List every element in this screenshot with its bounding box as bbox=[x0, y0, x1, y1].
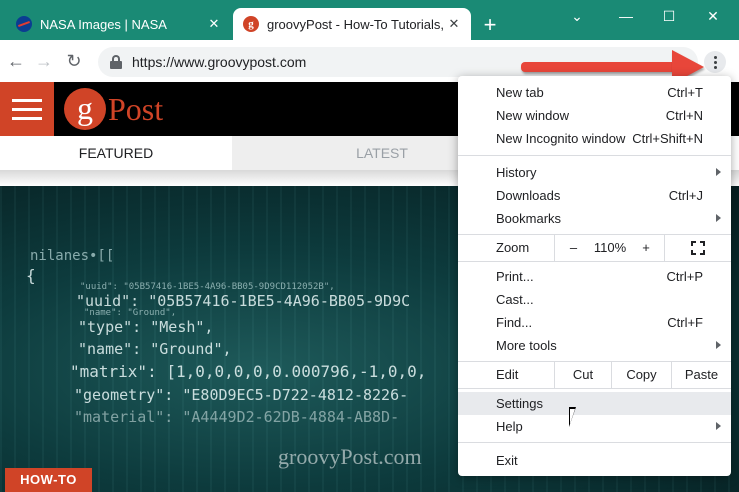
zoom-level: 110% bbox=[593, 240, 627, 255]
annotation-arrow bbox=[521, 62, 681, 72]
code-line: "uuid": "05B57416-1BE5-4A96-BB05-9D9CD11… bbox=[80, 282, 335, 292]
tab-search-chevron-icon[interactable]: ⌄ bbox=[562, 4, 592, 28]
logo-text: Post bbox=[108, 90, 164, 127]
tab-title: groovyPost - How-To Tutorials, R bbox=[267, 16, 445, 32]
minimize-icon[interactable]: — bbox=[611, 4, 641, 28]
menu-item-print[interactable]: Print... Ctrl+P bbox=[458, 265, 731, 288]
close-window-icon[interactable]: ✕ bbox=[698, 4, 728, 28]
close-tab-icon[interactable]: ✕ bbox=[445, 16, 463, 32]
menu-item-find[interactable]: Find... Ctrl+F bbox=[458, 311, 731, 334]
submenu-arrow-icon bbox=[716, 341, 721, 349]
fullscreen-button[interactable] bbox=[664, 234, 731, 261]
menu-item-shortcut: Ctrl+P bbox=[666, 269, 703, 284]
menu-separator bbox=[458, 388, 731, 389]
menu-item-shortcut: Ctrl+N bbox=[665, 108, 703, 123]
code-line: "type": "Mesh", bbox=[78, 318, 214, 336]
code-line: "material": "A4449D2-62DB-4884-AB8D- bbox=[74, 408, 400, 426]
menu-item-label: Cast... bbox=[496, 292, 534, 307]
menu-item-label: Print... bbox=[496, 269, 534, 284]
browser-tab-strip: NASA Images | NASA ✕ g groovyPost - How-… bbox=[0, 0, 739, 40]
menu-item-label: New Incognito window bbox=[496, 131, 626, 146]
site-logo[interactable]: g Post bbox=[64, 88, 163, 130]
menu-item-label: Find... bbox=[496, 315, 533, 330]
menu-item-label: Settings bbox=[496, 396, 543, 411]
tab-nasa-images[interactable]: NASA Images | NASA ✕ bbox=[6, 8, 231, 40]
menu-item-new-tab[interactable]: New tab Ctrl+T bbox=[458, 81, 731, 104]
menu-item-shortcut: Ctrl+Shift+N bbox=[632, 131, 703, 146]
menu-item-label: Downloads bbox=[496, 188, 561, 203]
chrome-menu-button[interactable] bbox=[704, 51, 726, 73]
menu-item-label: More tools bbox=[496, 338, 557, 353]
menu-item-label: History bbox=[496, 165, 537, 180]
menu-item-bookmarks[interactable]: Bookmarks bbox=[458, 207, 731, 230]
logo-letter: g bbox=[64, 88, 106, 130]
menu-separator bbox=[458, 155, 731, 156]
code-line: nilanes•[[ bbox=[30, 248, 115, 264]
menu-zoom-row: Zoom – 110% + bbox=[458, 234, 731, 261]
fullscreen-icon bbox=[691, 241, 705, 255]
mouse-cursor-icon bbox=[569, 407, 576, 427]
menu-edit-row: Edit Cut Copy Paste bbox=[458, 361, 731, 388]
menu-item-label: New window bbox=[496, 108, 569, 123]
back-arrow-icon[interactable]: ← bbox=[4, 49, 28, 73]
menu-separator bbox=[458, 261, 731, 262]
menu-item-shortcut: Ctrl+F bbox=[667, 315, 703, 330]
menu-item-exit[interactable]: Exit bbox=[458, 449, 731, 472]
tab-groovypost[interactable]: g groovyPost - How-To Tutorials, R ✕ bbox=[233, 8, 471, 40]
menu-item-history[interactable]: History bbox=[458, 161, 731, 184]
watermark: groovyPost.com bbox=[278, 444, 422, 469]
code-line: { bbox=[26, 266, 36, 285]
tab-featured[interactable]: FEATURED bbox=[0, 136, 232, 170]
zoom-label: Zoom bbox=[496, 240, 530, 255]
menu-item-shortcut: Ctrl+T bbox=[667, 85, 703, 100]
zoom-in-button[interactable]: + bbox=[628, 234, 664, 261]
zoom-out-button[interactable]: – bbox=[554, 234, 592, 261]
submenu-arrow-icon bbox=[716, 214, 721, 222]
cut-button[interactable]: Cut bbox=[554, 361, 611, 388]
menu-item-help[interactable]: Help bbox=[458, 415, 731, 438]
tab-title: NASA Images | NASA bbox=[40, 16, 167, 32]
menu-item-new-window[interactable]: New window Ctrl+N bbox=[458, 104, 731, 127]
new-tab-button[interactable]: + bbox=[478, 14, 502, 38]
hamburger-menu-icon[interactable] bbox=[0, 82, 54, 136]
menu-item-downloads[interactable]: Downloads Ctrl+J bbox=[458, 184, 731, 207]
lock-icon[interactable] bbox=[110, 55, 122, 69]
url-text[interactable]: https://www.groovypost.com bbox=[132, 54, 306, 70]
menu-item-cast[interactable]: Cast... bbox=[458, 288, 731, 311]
menu-item-label: New tab bbox=[496, 85, 544, 100]
forward-arrow-icon[interactable]: → bbox=[32, 49, 56, 73]
submenu-arrow-icon bbox=[716, 168, 721, 176]
menu-item-label: Exit bbox=[496, 453, 518, 468]
howto-badge[interactable]: HOW-TO bbox=[5, 468, 92, 492]
close-tab-icon[interactable]: ✕ bbox=[205, 16, 223, 32]
nasa-logo-icon bbox=[16, 16, 32, 32]
edit-label: Edit bbox=[496, 367, 519, 382]
code-line: "name": "Ground", bbox=[84, 308, 177, 318]
code-line: "matrix": [1,0,0,0,0,0.000796,-1,0,0, bbox=[70, 362, 427, 381]
menu-item-label: Help bbox=[496, 419, 523, 434]
menu-separator bbox=[458, 442, 731, 443]
paste-button[interactable]: Paste bbox=[671, 361, 731, 388]
code-line: "name": "Ground", bbox=[78, 340, 232, 358]
code-line: "geometry": "E80D9EC5-D722-4812-8226- bbox=[74, 386, 409, 404]
menu-item-shortcut: Ctrl+J bbox=[668, 188, 703, 203]
maximize-icon[interactable]: ☐ bbox=[654, 4, 684, 28]
chrome-menu: New tab Ctrl+T New window Ctrl+N New Inc… bbox=[458, 76, 731, 476]
groovypost-g-icon: g bbox=[243, 16, 259, 32]
reload-icon[interactable]: ↻ bbox=[62, 49, 86, 73]
menu-item-settings[interactable]: Settings bbox=[458, 392, 731, 415]
menu-item-more-tools[interactable]: More tools bbox=[458, 334, 731, 357]
submenu-arrow-icon bbox=[716, 422, 721, 430]
menu-item-new-incognito-window[interactable]: New Incognito window Ctrl+Shift+N bbox=[458, 127, 731, 150]
copy-button[interactable]: Copy bbox=[611, 361, 671, 388]
menu-item-label: Bookmarks bbox=[496, 211, 562, 226]
